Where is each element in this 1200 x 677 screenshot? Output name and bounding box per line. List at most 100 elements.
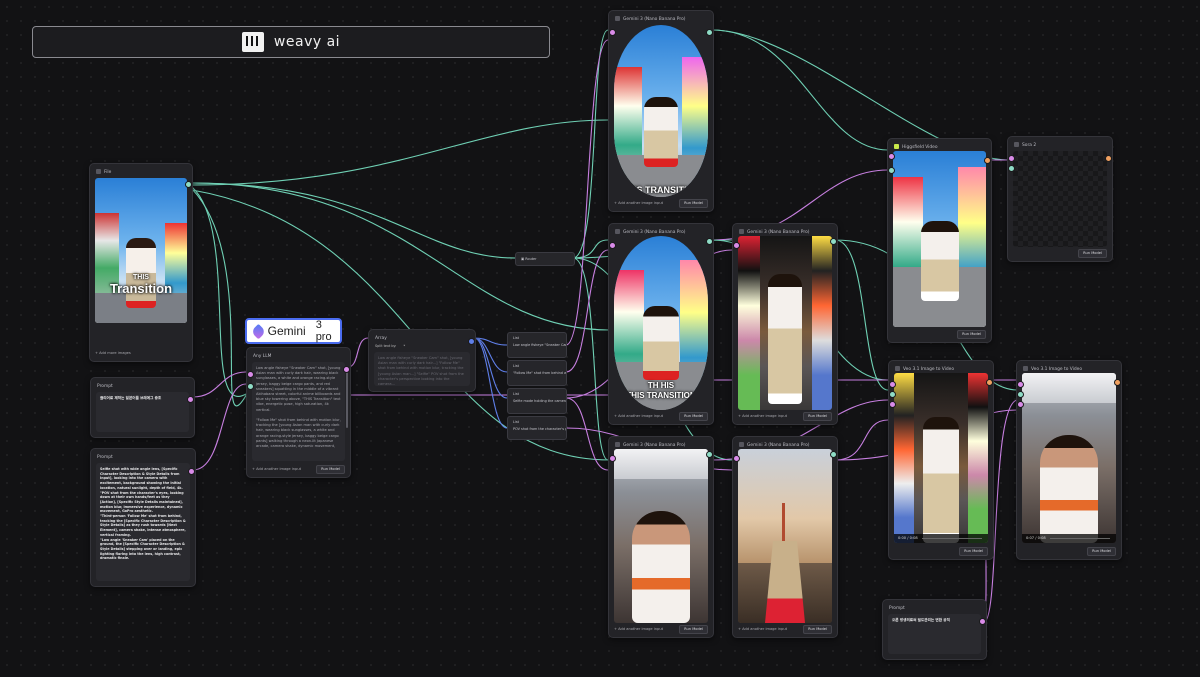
gemini-node[interactable]: Gemini 3 (Nano Banana Pro) + Add another… [732, 223, 838, 425]
output-port[interactable] [706, 238, 713, 245]
video-time: 0:00 / 0:08 [898, 536, 918, 540]
add-image-input-link[interactable]: + Add another image input [252, 465, 301, 474]
run-model-button[interactable]: Run Model [316, 465, 345, 474]
router-node[interactable]: ▣ Router [515, 252, 575, 266]
add-images-link[interactable]: + Add more images [95, 349, 131, 358]
veo-video-node[interactable]: Veo 3.1 Image to Video 0:00 / 0:08 Run M… [888, 360, 994, 560]
wire [473, 337, 508, 346]
generated-image: THIS TRANSITION [614, 25, 708, 197]
node-footer: + Add another image input Run Model [614, 412, 708, 421]
run-model-button[interactable]: Run Model [803, 625, 832, 634]
list-node[interactable]: List "Follow Me" shot from behind wit... [507, 360, 567, 386]
add-image-input-link[interactable]: + Add another image input [614, 199, 663, 208]
input-port[interactable] [247, 383, 254, 390]
generated-image [738, 236, 832, 410]
brand-name: weavy ai [273, 34, 341, 50]
run-model-button[interactable]: Run Model [803, 412, 832, 421]
list-node[interactable]: List Selfie mode holding the camera... [507, 388, 567, 414]
node-title: Prompt [97, 455, 113, 460]
prompt-node[interactable]: Prompt Selfie shot with wide angle lens,… [90, 448, 196, 587]
run-model-button[interactable]: Run Model [1078, 249, 1107, 258]
prompt-node[interactable]: Prompt 클리어로 제작는 일본어를 브레에그 중조 [90, 377, 195, 438]
prompt-text[interactable]: 클리어로 제작는 일본어를 브레에그 중조 [96, 392, 189, 432]
output-port[interactable] [185, 181, 192, 188]
add-image-input-link[interactable]: + Add another image input [738, 625, 787, 634]
prompt-text[interactable]: 오른 방생의로써 밀도관리는 변환 공직 [888, 614, 981, 654]
input-port[interactable] [1017, 401, 1024, 408]
node-title: File [96, 168, 186, 178]
file-node[interactable]: File THIS Transition + Add more images [89, 163, 193, 362]
run-model-button[interactable]: Run Model [959, 547, 988, 556]
higgsfield-icon [894, 144, 899, 149]
video-preview: 0:07 / 0:08 [1022, 373, 1116, 543]
input-port[interactable] [1008, 155, 1015, 162]
run-model-button[interactable]: Run Model [1087, 547, 1116, 556]
output-port[interactable] [986, 379, 993, 386]
video-preview [893, 151, 986, 327]
veo-video-node[interactable]: Veo 3.1 Image to Video 0:07 / 0:08 Run M… [1016, 360, 1122, 560]
add-image-input-link[interactable]: + Add another image input [614, 412, 663, 421]
run-model-button[interactable]: Run Model [679, 625, 708, 634]
input-port[interactable] [733, 242, 740, 249]
node-title: Any LLM [253, 354, 272, 359]
input-port[interactable] [889, 391, 896, 398]
input-port[interactable] [609, 29, 616, 36]
wire [191, 182, 516, 259]
output-port[interactable] [468, 338, 475, 345]
gemini-node[interactable]: Gemini 3 (Nano Banana Pro) + Add another… [732, 436, 838, 638]
video-controls[interactable]: 0:07 / 0:08 [1022, 534, 1116, 543]
gemini-node[interactable]: Gemini 3 (Nano Banana Pro) + Add another… [608, 436, 714, 638]
run-model-button[interactable]: Run Model [679, 199, 708, 208]
node-title: Array [375, 336, 387, 341]
add-image-input-link[interactable]: + Add another image input [738, 412, 787, 421]
run-model-button[interactable]: Run Model [679, 412, 708, 421]
output-port[interactable] [830, 451, 837, 458]
split-value[interactable]: * [404, 344, 406, 348]
gemini-node[interactable]: Gemini 3 (Nano Banana Pro) THIS TRANSITI… [608, 10, 714, 212]
veo-icon [895, 366, 900, 371]
any-llm-node[interactable]: Any LLM Low angle fisheye "Sneaker Cam" … [246, 347, 351, 478]
higgsfield-video-node[interactable]: Higgsfield Video Run Model [887, 138, 992, 343]
video-controls[interactable]: 0:00 / 0:08 [894, 534, 988, 543]
input-port[interactable] [888, 167, 895, 174]
input-port[interactable] [609, 455, 616, 462]
sora-node[interactable]: Sora 2 Run Model [1007, 136, 1113, 262]
input-port[interactable] [1017, 391, 1024, 398]
wire [572, 257, 609, 461]
input-port[interactable] [889, 401, 896, 408]
input-port[interactable] [888, 153, 895, 160]
input-port[interactable] [1008, 165, 1015, 172]
split-label: Split text by: [375, 344, 397, 348]
gemini-version: 3 pro [315, 319, 332, 343]
input-port[interactable] [733, 455, 740, 462]
wire [192, 371, 247, 398]
output-port[interactable] [188, 468, 195, 475]
run-model-button[interactable]: Run Model [957, 330, 986, 339]
output-port[interactable] [979, 618, 986, 625]
sparkle-icon [615, 229, 620, 234]
sora-icon [1014, 142, 1019, 147]
input-port[interactable] [1017, 381, 1024, 388]
array-node[interactable]: Array Split text by: * Low angle fisheye… [368, 329, 476, 392]
input-port[interactable] [889, 381, 896, 388]
prompt-node[interactable]: Prompt 오른 방생의로써 밀도관리는 변환 공직 [882, 599, 987, 660]
add-image-input-link[interactable]: + Add another image input [614, 625, 663, 634]
prompt-text[interactable]: Selfie shot with wide angle lens, [Speci… [96, 463, 190, 581]
list-node[interactable]: ListLow angle fisheye "Sneaker Cam"... [507, 332, 567, 358]
output-port[interactable] [1105, 155, 1112, 162]
output-port[interactable] [187, 396, 194, 403]
scrollbar[interactable] [346, 368, 348, 428]
gemini-node[interactable]: Gemini 3 (Nano Banana Pro) TH HIS THIS T… [608, 223, 714, 425]
output-port[interactable] [830, 238, 837, 245]
input-port[interactable] [247, 371, 254, 378]
output-port[interactable] [984, 157, 991, 164]
input-port[interactable] [609, 242, 616, 249]
wire [192, 383, 247, 471]
output-port[interactable] [706, 451, 713, 458]
list-node[interactable]: List POV shot from the character's p... [507, 416, 567, 440]
wire [572, 239, 609, 259]
node-footer: Run Model [1013, 249, 1107, 258]
output-port[interactable] [343, 366, 350, 373]
output-port[interactable] [1114, 379, 1121, 386]
output-port[interactable] [706, 29, 713, 36]
